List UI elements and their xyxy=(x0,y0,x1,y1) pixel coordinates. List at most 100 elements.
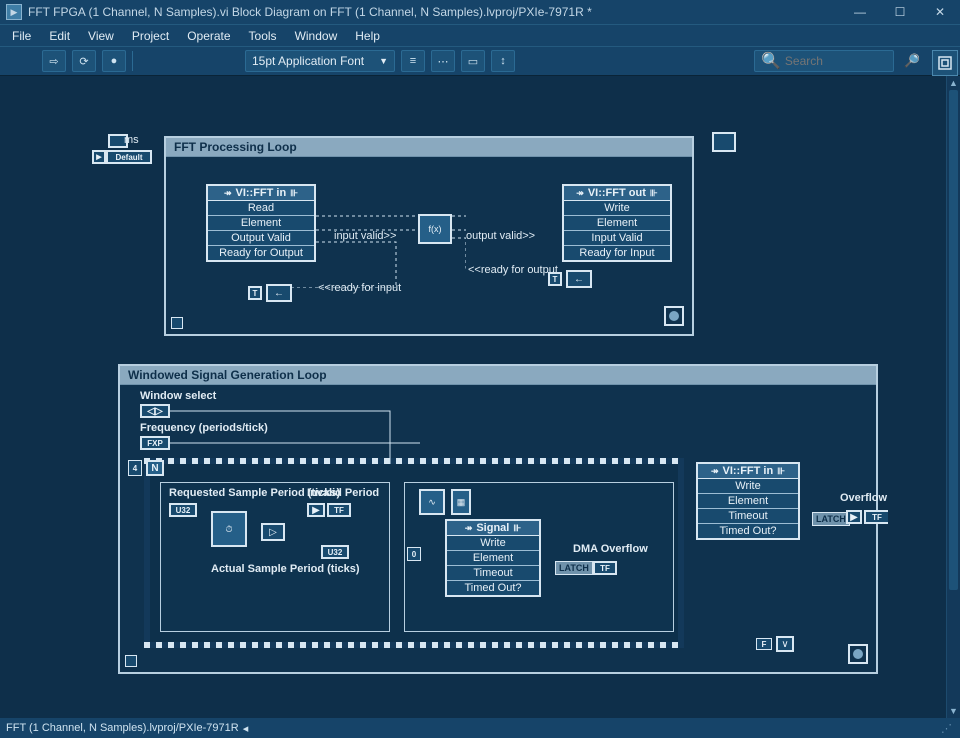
frequency-terminal[interactable]: FXP xyxy=(140,436,170,450)
menu-window[interactable]: Window xyxy=(287,27,346,45)
window-apply-node[interactable]: ▦ xyxy=(451,489,471,515)
overflow-indicator[interactable]: TF xyxy=(864,510,888,524)
resize-button[interactable]: ▭ xyxy=(461,50,485,72)
fifo-out-inputvalid: Input Valid xyxy=(564,231,670,246)
menu-edit[interactable]: Edit xyxy=(41,27,78,45)
sctl-timing-node[interactable] xyxy=(712,132,736,152)
actual-period-indicator[interactable]: U32 xyxy=(321,545,349,559)
latch-badge-overflow: LATCH xyxy=(812,512,850,526)
maximize-button[interactable]: ☐ xyxy=(880,0,920,24)
statusbar: FFT (1 Channel, N Samples).lvproj/PXIe-7… xyxy=(0,718,960,738)
minimize-button[interactable]: — xyxy=(840,0,880,24)
menu-operate[interactable]: Operate xyxy=(179,27,238,45)
feedback-node-left[interactable]: ← xyxy=(266,284,292,302)
distribute-button[interactable]: ⋯ xyxy=(431,50,455,72)
run-button[interactable]: ⇨ xyxy=(42,50,66,72)
scroll-down-arrow[interactable]: ▼ xyxy=(947,704,960,718)
fifo-fft-in[interactable]: ↠VI::FFT in⊪ Read Element Output Valid R… xyxy=(206,184,316,262)
toolbar: ⇨ ⟳ ● 15pt Application Font ▼ ≡ ⋯ ▭ ↕ 🔍 … xyxy=(0,46,960,76)
windowed-loop-title: Windowed Signal Generation Loop xyxy=(120,366,876,385)
fft-loop-structure[interactable]: FFT Processing Loop ↠VI::FFT in⊪ Read El… xyxy=(164,136,694,336)
ready-input-label: <<ready for input xyxy=(318,282,401,294)
for-n-terminal[interactable]: N xyxy=(146,460,164,476)
app-icon: ▶ xyxy=(6,4,22,20)
fftin-timedout: Timed Out? xyxy=(698,524,798,538)
compare-node[interactable]: ▷ xyxy=(261,523,285,541)
fifo-in-read: Read xyxy=(208,201,314,216)
or-node[interactable]: ∨ xyxy=(776,636,794,652)
reorder-button[interactable]: ↕ xyxy=(491,50,515,72)
fifo-signal-write: Write xyxy=(447,536,539,551)
fifo-in-readyout: Ready for Output xyxy=(208,246,314,260)
actual-period-label: Actual Sample Period (ticks) xyxy=(211,563,360,575)
overflow-label: Overflow xyxy=(840,492,887,504)
loop-iteration-terminal[interactable] xyxy=(171,317,183,329)
window-select-label: Window select xyxy=(140,390,216,402)
font-selector[interactable]: 15pt Application Font ▼ xyxy=(245,50,395,72)
search-input[interactable] xyxy=(785,54,887,68)
loop-condition-terminal[interactable] xyxy=(664,306,684,326)
scroll-up-arrow[interactable]: ▲ xyxy=(947,76,960,90)
signal-gen-case[interactable]: ∿ ▦ 0 ↠Signal⊪ Write Element Timeout Tim… xyxy=(404,482,674,632)
bool-const-left[interactable]: T xyxy=(248,286,262,300)
bool-const-right[interactable]: T xyxy=(548,272,562,286)
sine-generator-node[interactable]: ∿ xyxy=(419,489,445,515)
menubar: File Edit View Project Operate Tools Win… xyxy=(0,24,960,46)
fifo-fft-in-write[interactable]: ↠VI::FFT in⊪ Write Element Timeout Timed… xyxy=(696,462,800,540)
ready-output-label: <<ready for output xyxy=(468,264,558,276)
close-button[interactable]: ✕ xyxy=(920,0,960,24)
fifo-signal-header: Signal xyxy=(476,522,509,534)
run-continuous-button[interactable]: ⟳ xyxy=(72,50,96,72)
dma-overflow-indicator[interactable]: TF xyxy=(593,561,617,575)
window-select-terminal[interactable]: ◁▷ xyxy=(140,404,170,418)
menu-view[interactable]: View xyxy=(80,27,122,45)
align-button[interactable]: ≡ xyxy=(401,50,425,72)
fifo-fft-in-write-header: VI::FFT in xyxy=(722,465,773,477)
windowed-loop-structure[interactable]: Windowed Signal Generation Loop Window s… xyxy=(118,364,878,674)
timing-arrow-icon: ▶ xyxy=(92,150,106,164)
menu-help[interactable]: Help xyxy=(347,27,388,45)
windowed-loop-iteration-terminal[interactable] xyxy=(125,655,137,667)
chevron-down-icon: ▼ xyxy=(379,56,388,66)
invalid-period-arrow-icon: ▶ xyxy=(307,503,325,517)
fifo-out-readyin: Ready for Input xyxy=(564,246,670,260)
dma-overflow-label: DMA Overflow xyxy=(573,543,648,555)
fifo-in-element: Element xyxy=(208,216,314,231)
titlebar: ▶ FFT FPGA (1 Channel, N Samples).vi Blo… xyxy=(0,0,960,24)
overflow-arrow-icon: ▶ xyxy=(846,510,862,524)
fifo-out-write: Write xyxy=(564,201,670,216)
windowed-loop-condition-terminal[interactable] xyxy=(848,644,868,664)
fifo-signal-timedout: Timed Out? xyxy=(447,581,539,595)
sample-period-case[interactable]: Requested Sample Period (ticks) U32 ⏱ ▷ … xyxy=(160,482,390,632)
for-loop-frame[interactable]: N Requested Sample Period (ticks) U32 ⏱ … xyxy=(144,458,684,648)
menu-tools[interactable]: Tools xyxy=(241,27,285,45)
feedback-node-right[interactable]: ← xyxy=(566,270,592,288)
context-help-button[interactable]: 🔍 xyxy=(900,50,924,72)
invalid-period-indicator[interactable]: TF xyxy=(327,503,351,517)
menu-file[interactable]: File xyxy=(4,27,39,45)
window-title: FFT FPGA (1 Channel, N Samples).vi Block… xyxy=(28,5,840,19)
search-box[interactable]: 🔍 xyxy=(754,50,894,72)
timeout-constant-zero[interactable]: 0 xyxy=(407,547,421,561)
window-grip-icon[interactable]: ⋰ xyxy=(941,722,954,735)
output-valid-label: output valid>> xyxy=(466,230,535,242)
menu-project[interactable]: Project xyxy=(124,27,177,45)
bool-false-const[interactable]: F xyxy=(756,638,772,650)
requested-period-terminal[interactable]: U32 xyxy=(169,503,197,517)
fifo-fft-out[interactable]: ↠VI::FFT out⊪ Write Element Input Valid … xyxy=(562,184,672,262)
timing-source-default[interactable]: Default xyxy=(106,150,152,164)
resize-grip-icon[interactable]: ◂ xyxy=(243,722,249,735)
scroll-thumb[interactable] xyxy=(949,90,958,590)
fft-core-node[interactable]: f(x) xyxy=(418,214,452,244)
fifo-signal-element: Element xyxy=(447,551,539,566)
fx-icon: f(x) xyxy=(429,224,442,234)
block-diagram-canvas[interactable]: ms Default ▶ FFT Processing Loop ↠VI::FF… xyxy=(0,76,946,718)
for-count-constant[interactable]: 4 xyxy=(128,460,142,476)
vertical-scrollbar[interactable]: ▲ ▼ xyxy=(946,76,960,718)
abort-button[interactable]: ● xyxy=(102,50,126,72)
fifo-signal[interactable]: ↠Signal⊪ Write Element Timeout Timed Out… xyxy=(445,519,541,597)
block-diagram-toggle[interactable] xyxy=(932,50,958,76)
fifo-fft-out-header: VI::FFT out xyxy=(588,187,646,199)
fftin-write: Write xyxy=(698,479,798,494)
sample-clock-node[interactable]: ⏱ xyxy=(211,511,247,547)
